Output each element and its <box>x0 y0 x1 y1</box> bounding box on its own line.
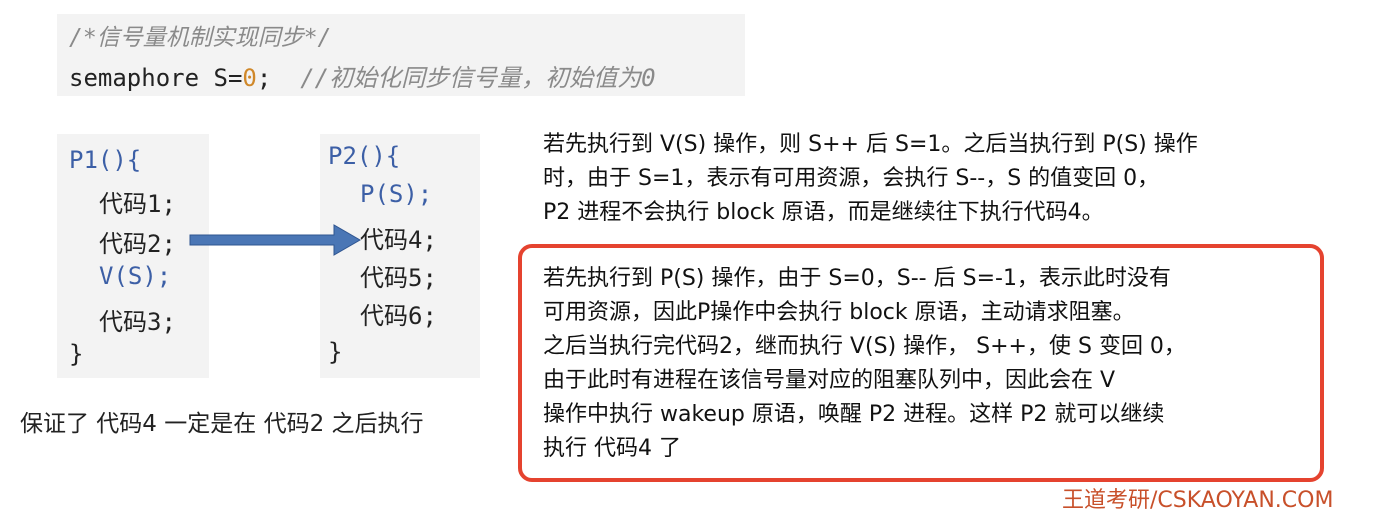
p2-line-4: 代码6; <box>360 302 437 330</box>
top-code-block: /*信号量机制实现同步*/ semaphore S=0; //初始化同步信号量，… <box>57 14 745 96</box>
explanation-line: 操作中执行 wakeup 原语，唤醒 P2 进程。这样 P2 就可以继续 <box>543 402 1165 427</box>
p1-line-1: 代码1; <box>99 190 176 218</box>
watermark: 王道考研/CSKAOYAN.COM <box>1062 488 1334 513</box>
init-value: 0 <box>242 64 257 92</box>
p1-close: } <box>69 340 84 368</box>
explanation-line: 之后当执行完代码2，继而执行 V(S) 操作， S++，使 S 变回 0， <box>543 334 1186 359</box>
init-comment: //初始化同步信号量，初始值为0 <box>300 64 656 92</box>
explanation-line: 若先执行到 V(S) 操作，则 S++ 后 S=1。之后当执行到 P(S) 操作 <box>543 132 1198 157</box>
explanation-line: 由于此时有进程在该信号量对应的阻塞队列中，因此会在 V <box>543 368 1116 393</box>
code-comment: /*信号量机制实现同步*/ <box>69 25 332 51</box>
arrow-icon <box>189 224 362 256</box>
p2-header: P2(){ <box>328 142 401 170</box>
p2-line-2: 代码4; <box>360 226 437 254</box>
explanation-v-first: 若先执行到 V(S) 操作，则 S++ 后 S=1。之后当执行到 P(S) 操作… <box>543 128 1333 230</box>
p1-header: P1(){ <box>69 146 142 174</box>
explanation-p-first: 若先执行到 P(S) 操作，由于 S=0，S-- 后 S=-1，表示此时没有 可… <box>543 262 1323 466</box>
p2-close: } <box>328 338 343 366</box>
p1-code-block: P1(){ 代码1; 代码2; V(S); 代码3; } <box>57 134 209 378</box>
p1-line-4: 代码3; <box>99 308 176 336</box>
decl-text: semaphore S= <box>69 64 243 92</box>
explanation-line: 若先执行到 P(S) 操作，由于 S=0，S-- 后 S=-1，表示此时没有 <box>543 266 1171 291</box>
semicolon: ; <box>256 64 272 92</box>
p2-line-3: 代码5; <box>360 264 437 292</box>
p1-line-3: V(S); <box>99 262 172 290</box>
p2-line-1: P(S); <box>360 180 433 208</box>
explanation-line: 时，由于 S=1，表示有可用资源，会执行 S--，S 的值变回 0， <box>543 166 1160 191</box>
explanation-line: P2 进程不会执行 block 原语，而是继续往下执行代码4。 <box>543 200 1104 225</box>
semaphore-declaration: semaphore S=0; //初始化同步信号量，初始值为0 <box>69 58 656 93</box>
explanation-line: 执行 代码4 了 <box>543 436 681 461</box>
p1-line-2: 代码2; <box>99 230 176 258</box>
explanation-line: 可用资源，因此P操作中会执行 block 原语，主动请求阻塞。 <box>543 300 1135 325</box>
conclusion-note: 保证了 代码4 一定是在 代码2 之后执行 <box>20 411 424 437</box>
